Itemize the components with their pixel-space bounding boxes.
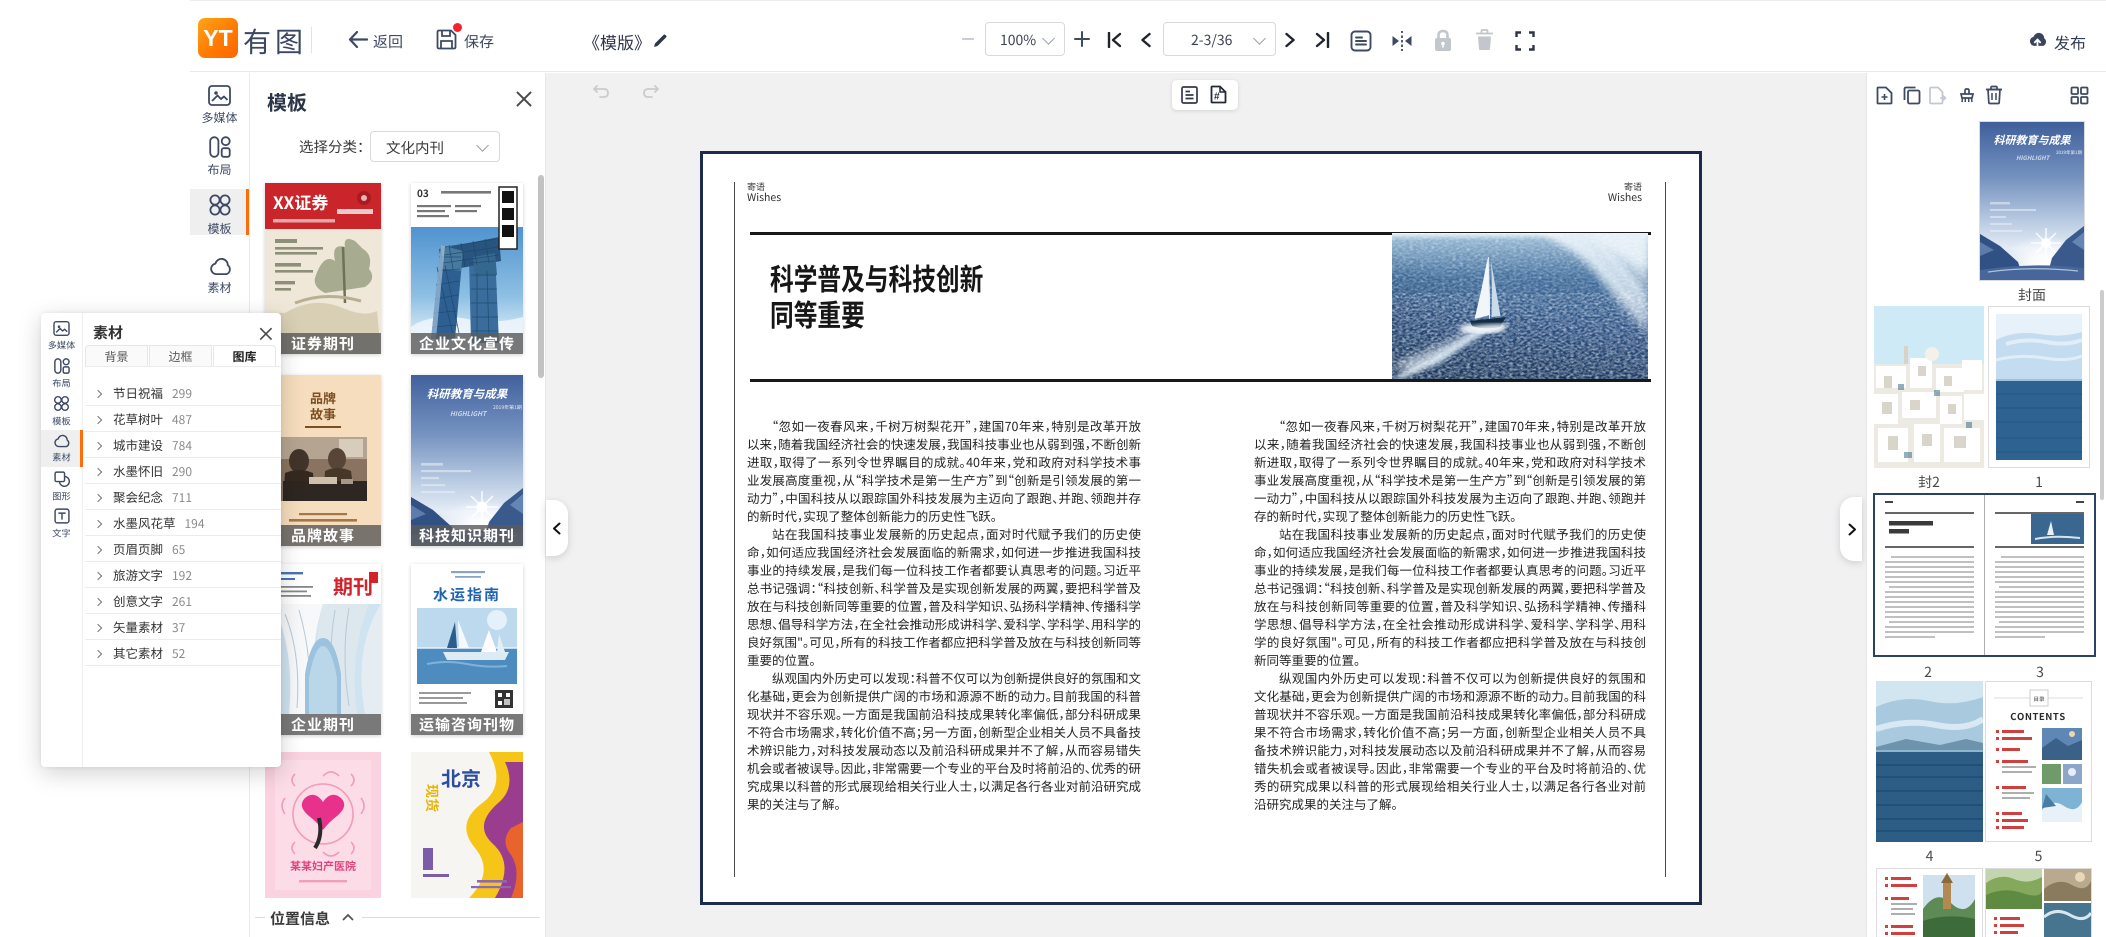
svg-text:XX证券: XX证券 — [273, 189, 328, 214]
svg-text:2019年第1期: 2019年第1期 — [2056, 150, 2082, 156]
svg-text:北京: 北京 — [441, 763, 481, 792]
svg-text:故事: 故事 — [310, 404, 336, 423]
svg-text:水运指南: 水运指南 — [433, 584, 501, 605]
svg-text:科研教育与成果: 科研教育与成果 — [427, 386, 509, 402]
svg-text:CONTENTS: CONTENTS — [2010, 709, 2065, 723]
svg-text:2019年第1期: 2019年第1期 — [493, 404, 522, 411]
svg-text:HIGHLIGHT: HIGHLIGHT — [2016, 153, 2051, 162]
svg-text:HIGHLIGHT: HIGHLIGHT — [450, 408, 488, 418]
svg-text:期刊: 期刊 — [333, 571, 373, 600]
svg-text:#: # — [1214, 88, 1220, 103]
svg-text:现货: 现货 — [422, 784, 442, 812]
svg-text:目录: 目录 — [2033, 695, 2045, 703]
svg-text:科研教育与成果: 科研教育与成果 — [1994, 132, 2072, 148]
svg-text:03: 03 — [417, 185, 429, 200]
svg-text:某某妇产医院: 某某妇产医院 — [290, 858, 356, 874]
